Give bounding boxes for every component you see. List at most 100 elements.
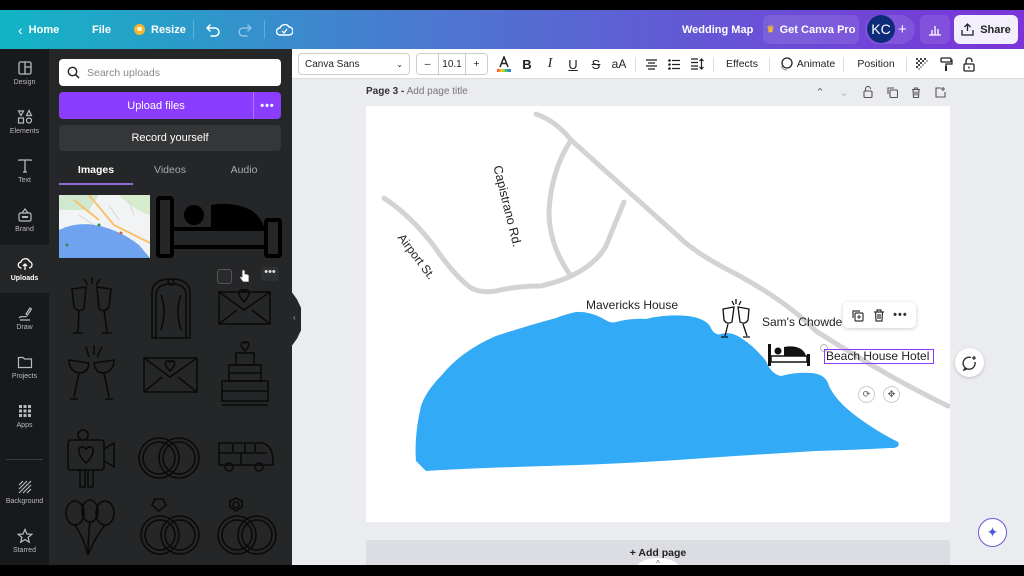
chevron-left-icon: ‹ xyxy=(293,313,296,322)
delete-page-button[interactable] xyxy=(909,84,923,100)
label-sams-chowder[interactable]: Sam's Chowde xyxy=(762,315,842,329)
transparency-button[interactable] xyxy=(912,49,932,79)
italic-button[interactable]: I xyxy=(541,49,559,79)
tab-videos[interactable]: Videos xyxy=(133,157,207,185)
undo-button[interactable] xyxy=(206,10,221,49)
redo-button[interactable] xyxy=(237,10,252,49)
upload-more-options-button[interactable]: ••• xyxy=(253,92,281,119)
record-yourself-button[interactable]: Record yourself xyxy=(59,125,281,151)
upload-thumb-bed[interactable] xyxy=(156,195,282,258)
crown-icon xyxy=(134,24,145,35)
rail-item-starred[interactable]: Starred xyxy=(0,517,49,565)
plus-icon: + xyxy=(898,21,907,38)
rail-label: Projects xyxy=(11,373,38,380)
duplicate-element-button[interactable] xyxy=(851,309,864,322)
divider xyxy=(264,20,265,39)
rail-item-background[interactable]: Background xyxy=(0,468,49,516)
upload-thumb-bus[interactable] xyxy=(217,441,275,473)
rail-item-projects[interactable]: Projects xyxy=(0,343,49,391)
upload-thumb-diamond-rings-2[interactable] xyxy=(216,497,278,559)
rail-item-brand[interactable]: Brand xyxy=(0,196,49,244)
rail-item-apps[interactable]: Apps xyxy=(0,392,49,440)
magic-assistant-button[interactable]: ✦ xyxy=(978,518,1007,547)
rail-item-draw[interactable]: Draw xyxy=(0,294,49,342)
delete-element-button[interactable] xyxy=(873,308,885,322)
increase-font-size-button[interactable]: + xyxy=(466,54,487,74)
upload-thumb-map[interactable] xyxy=(59,194,151,258)
upload-thumb-love-letter[interactable] xyxy=(217,284,272,332)
select-checkbox[interactable] xyxy=(217,269,232,284)
text-color-button[interactable] xyxy=(494,49,514,79)
decrease-font-size-button[interactable]: – xyxy=(417,54,438,74)
document-title[interactable]: Wedding Map xyxy=(682,10,753,49)
label-beach-house-hotel-selected[interactable]: Beach House Hotel xyxy=(824,349,934,364)
position-button[interactable]: Position xyxy=(852,49,900,79)
upload-thumb-envelope[interactable] xyxy=(142,355,199,395)
rail-item-uploads[interactable]: Uploads xyxy=(0,245,49,293)
copy-style-button[interactable] xyxy=(936,49,956,79)
thumbnail-more-button[interactable]: ••• xyxy=(261,267,279,281)
rail-label: Design xyxy=(13,79,36,86)
tab-audio[interactable]: Audio xyxy=(207,157,281,185)
animate-button[interactable]: Animate xyxy=(777,49,837,79)
lock-button[interactable] xyxy=(959,49,979,79)
effects-button[interactable]: Effects xyxy=(720,49,764,79)
move-handle[interactable]: ✥ xyxy=(883,386,900,403)
strikethrough-button[interactable]: S xyxy=(587,49,605,79)
get-canva-pro-button[interactable]: ♛ Get Canva Pro xyxy=(763,15,859,44)
page-header: Page 3 - Add page title xyxy=(366,86,468,97)
font-size-value[interactable]: 10.1 xyxy=(438,54,466,74)
upload-thumb-cake[interactable] xyxy=(219,339,271,407)
upload-thumb-camera[interactable] xyxy=(66,429,116,489)
upload-thumb-toast[interactable] xyxy=(64,345,119,405)
upload-thumb-balloons[interactable] xyxy=(64,499,116,559)
tab-images[interactable]: Images xyxy=(59,157,133,185)
more-options-button[interactable]: ••• xyxy=(893,309,908,321)
list-button[interactable] xyxy=(665,49,683,79)
move-page-down-button[interactable]: ⌄ xyxy=(837,84,851,100)
cloud-save-status[interactable] xyxy=(276,10,293,49)
move-page-up-button[interactable]: ⌃ xyxy=(813,84,827,100)
label-mavericks-house[interactable]: Mavericks House xyxy=(586,298,678,312)
avatar[interactable]: KC xyxy=(867,15,895,43)
search-box xyxy=(59,59,281,86)
screen-bottom-bar xyxy=(0,565,1024,576)
champagne-toast-icon xyxy=(68,345,115,400)
spacing-button[interactable] xyxy=(688,49,706,79)
rail-divider xyxy=(6,459,43,460)
underline-button[interactable]: U xyxy=(564,49,582,79)
home-button[interactable]: ‹ Home xyxy=(18,10,59,49)
rail-item-text[interactable]: Text xyxy=(0,147,49,195)
resize-button[interactable]: Resize xyxy=(134,10,186,49)
upload-files-button[interactable]: Upload files xyxy=(59,100,253,112)
upload-thumb-wedding-arch[interactable] xyxy=(149,275,194,339)
upload-files-group: Upload files ••• xyxy=(59,92,281,119)
add-page-title-input[interactable]: Add page title xyxy=(407,86,468,97)
lock-page-button[interactable] xyxy=(861,84,875,100)
file-menu[interactable]: File xyxy=(92,10,111,49)
upload-thumb-diamond-rings[interactable] xyxy=(139,497,201,559)
add-comment-button[interactable] xyxy=(955,348,984,377)
share-button[interactable]: Share xyxy=(954,15,1018,44)
line-spacing-icon xyxy=(691,58,704,70)
upload-thumb-rings[interactable] xyxy=(137,434,201,482)
upload-thumb-champagne[interactable] xyxy=(64,277,119,337)
map-screenshot-image xyxy=(59,194,151,258)
rotate-handle[interactable]: ⟳ xyxy=(858,386,875,403)
love-envelope-icon xyxy=(143,357,198,393)
letter-case-button[interactable]: aA xyxy=(609,49,629,79)
rail-item-design[interactable]: Design xyxy=(0,49,49,97)
font-family-dropdown[interactable]: Canva Sans ⌄ xyxy=(298,53,410,75)
align-center-button[interactable] xyxy=(642,49,660,79)
insights-button[interactable] xyxy=(920,15,950,44)
bold-button[interactable]: B xyxy=(518,49,536,79)
duplicate-page-button[interactable] xyxy=(885,84,899,100)
add-collaborator-button[interactable]: + xyxy=(898,10,907,49)
add-page-icon-button[interactable] xyxy=(933,84,947,100)
love-letter-icon xyxy=(218,288,271,325)
search-uploads-input[interactable] xyxy=(87,66,267,79)
rail-item-elements[interactable]: Elements xyxy=(0,98,49,146)
bed-image xyxy=(156,196,282,258)
elements-icon xyxy=(16,109,32,124)
add-page-icon xyxy=(934,86,946,98)
